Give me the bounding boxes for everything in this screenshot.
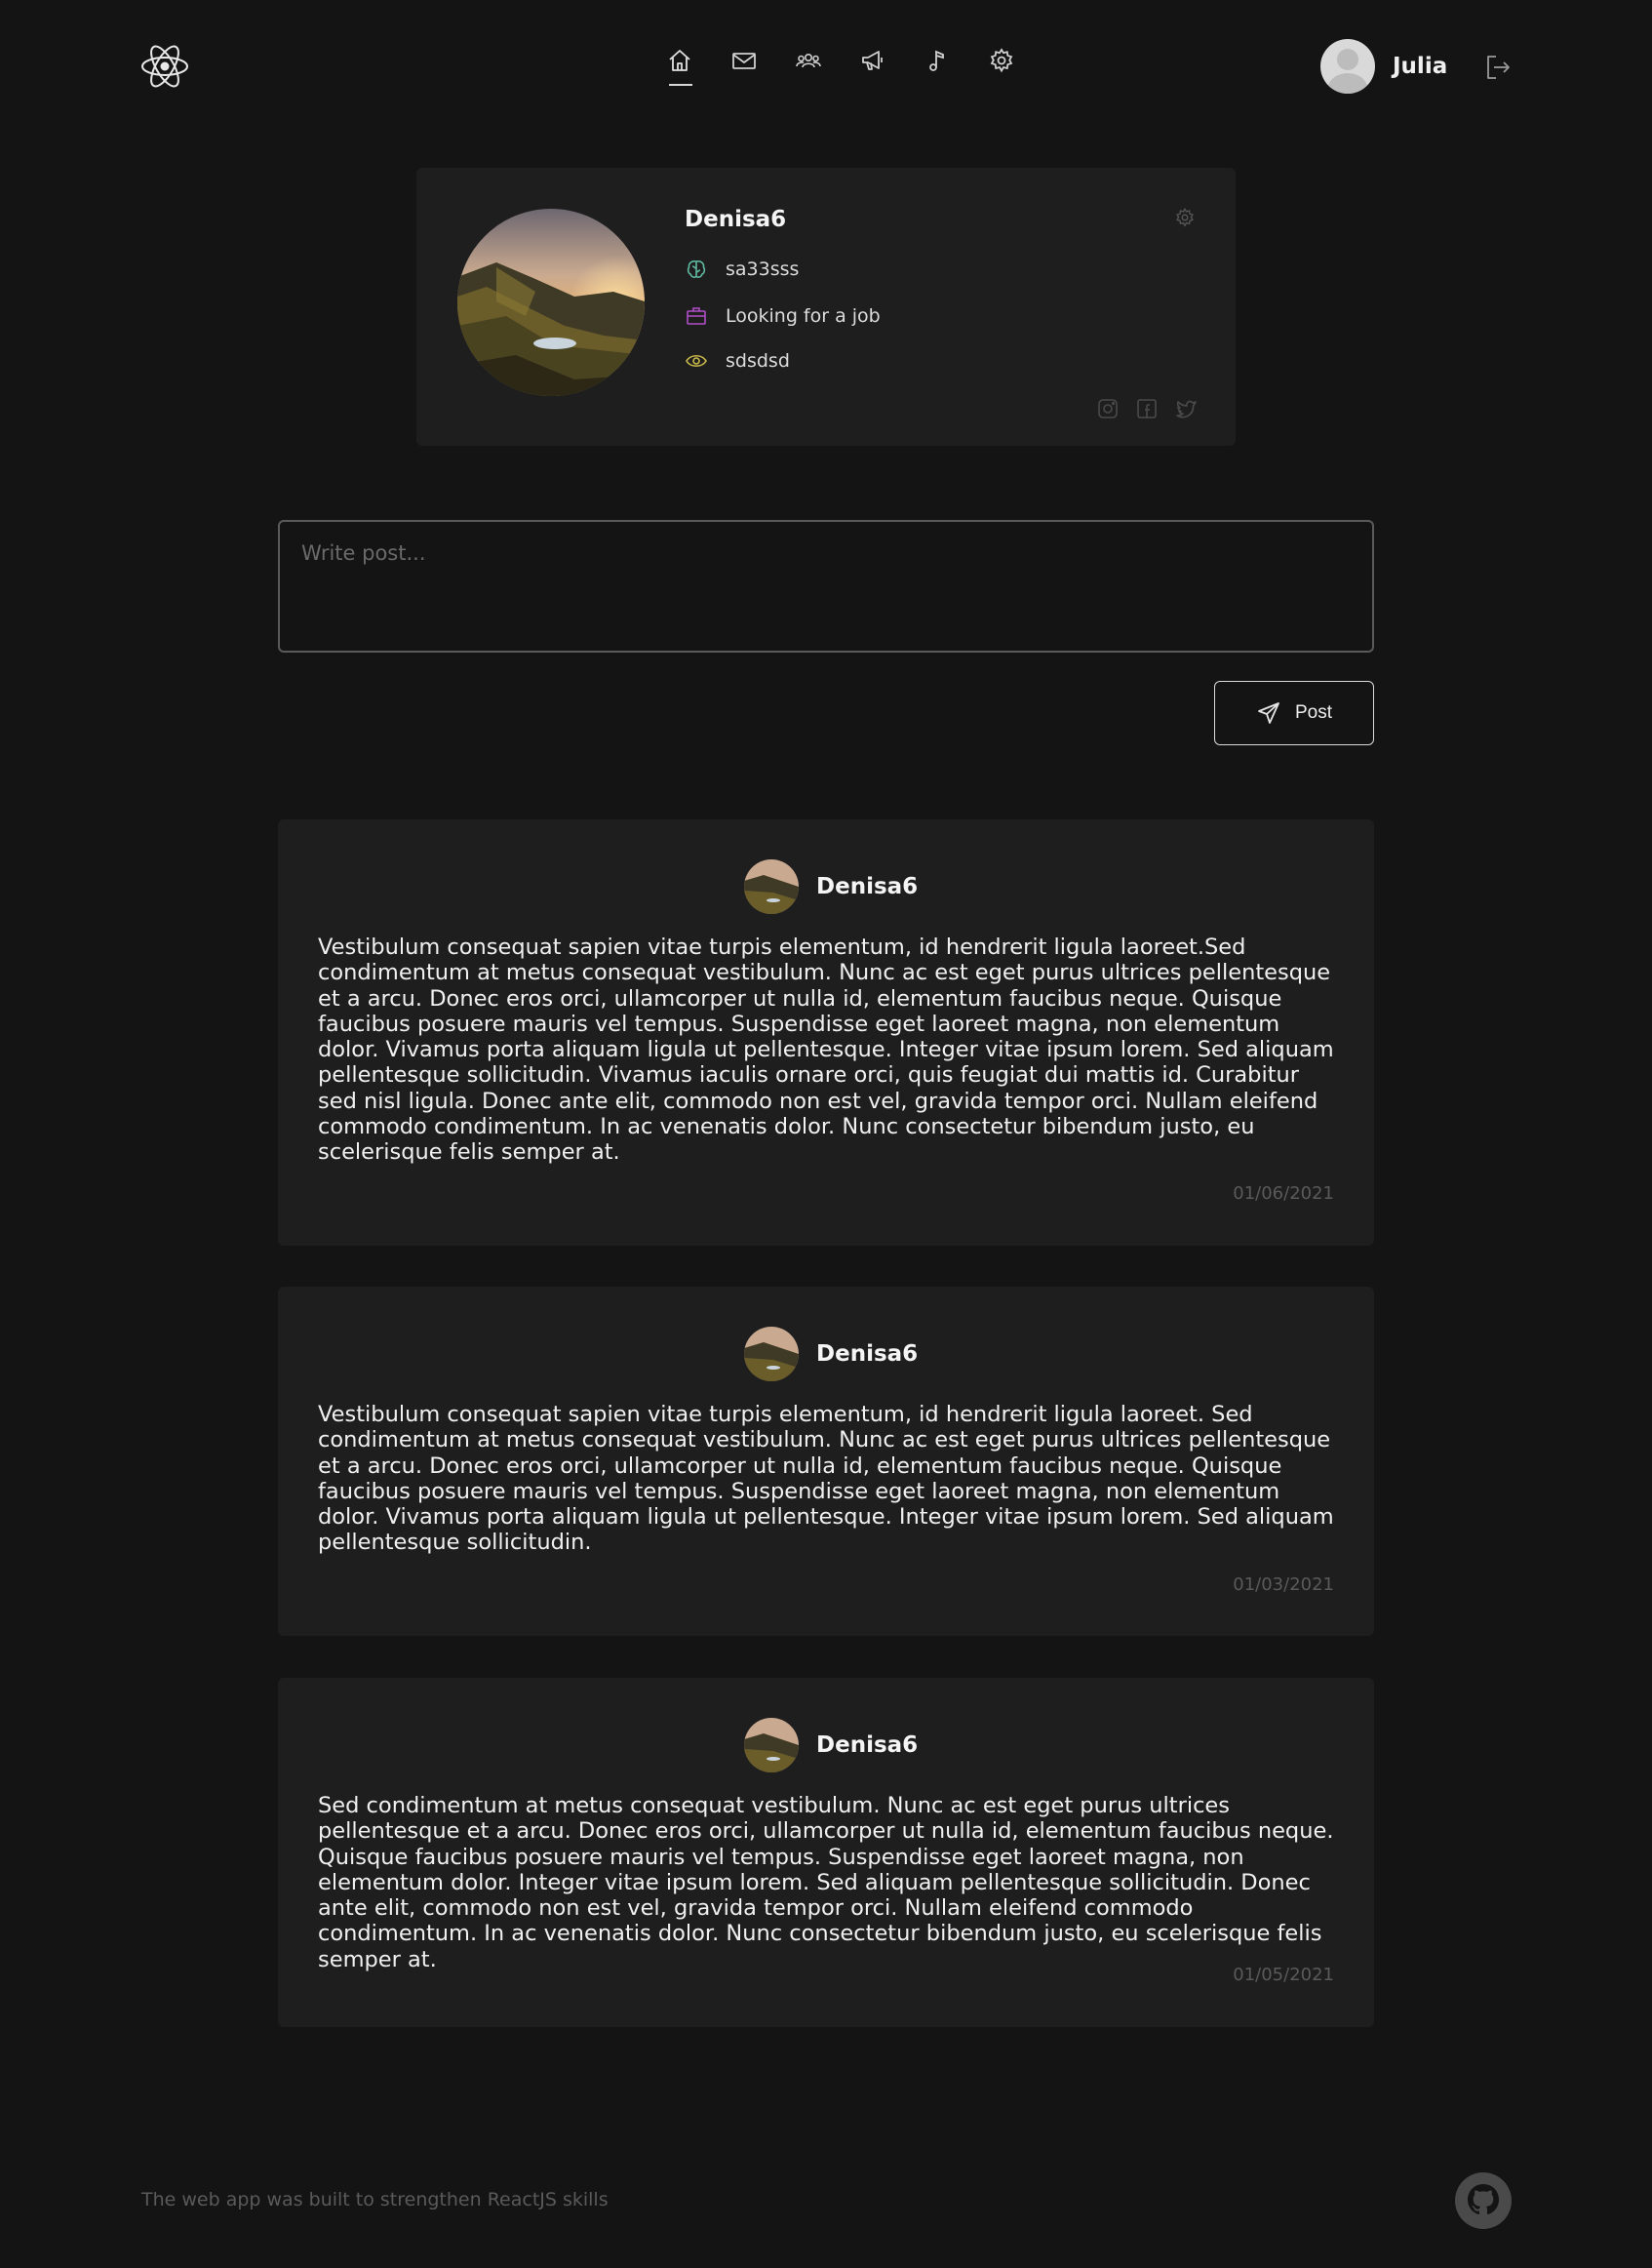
post-author: Denisa6	[744, 1327, 918, 1381]
post-text: Vestibulum consequat sapien vitae turpis…	[318, 935, 1334, 1166]
profile-about: sa33sss	[726, 259, 800, 280]
user-name[interactable]: Julia	[1393, 54, 1447, 79]
mail-icon	[732, 53, 756, 69]
post-author-avatar	[744, 1718, 799, 1772]
brain-icon	[687, 260, 706, 278]
home-icon	[669, 50, 690, 71]
nav-home[interactable]	[648, 47, 712, 88]
github-icon[interactable]	[1455, 2172, 1512, 2229]
profile-settings-icon[interactable]	[1174, 207, 1196, 228]
post-date: 01/05/2021	[1233, 1965, 1334, 1985]
instagram-icon[interactable]	[1096, 397, 1120, 420]
profile-card: Denisa6 sa33sss Looking for a job sdsdsd	[416, 168, 1236, 446]
profile-about-row: sa33sss	[685, 258, 799, 281]
nav-music[interactable]	[905, 47, 969, 88]
nav-users[interactable]	[776, 47, 841, 88]
nav-news[interactable]	[841, 47, 905, 88]
eye-icon	[686, 354, 707, 368]
post-author-name: Denisa6	[816, 1732, 919, 1758]
music-icon	[929, 50, 944, 71]
post-button-label[interactable]: Post	[1295, 702, 1332, 724]
post-card: Denisa6 Sed condimentum at metus consequ…	[278, 1678, 1374, 2027]
post-author-avatar	[744, 859, 799, 914]
post-text: Vestibulum consequat sapien vitae turpis…	[318, 1402, 1334, 1556]
twitter-icon[interactable]	[1174, 397, 1198, 420]
app-header: Julia	[0, 0, 1652, 137]
megaphone-icon	[862, 51, 883, 70]
footer-text: The web app was built to strengthen Reac…	[141, 2189, 609, 2210]
social-links	[1096, 397, 1198, 420]
post-input[interactable]	[278, 520, 1374, 653]
profile-job-description-row: sdsdsd	[685, 349, 790, 373]
current-user[interactable]: Julia	[1320, 39, 1447, 94]
send-icon	[1258, 702, 1279, 724]
nav-messages[interactable]	[712, 47, 776, 88]
logout-icon[interactable]	[1483, 53, 1513, 82]
profile-name: Denisa6	[685, 207, 787, 232]
post-button[interactable]: Post	[1214, 681, 1374, 745]
post-author-name: Denisa6	[816, 874, 919, 899]
settings-icon	[990, 48, 1013, 73]
post-card: Denisa6 Vestibulum consequat sapien vita…	[278, 1287, 1374, 1636]
main-nav	[648, 47, 1034, 88]
post-author-avatar	[744, 1327, 799, 1381]
user-avatar[interactable]	[1320, 39, 1375, 94]
facebook-icon[interactable]	[1135, 397, 1159, 420]
profile-photo	[457, 209, 645, 396]
profile-job-row: Looking for a job	[685, 304, 881, 328]
briefcase-icon	[687, 307, 706, 325]
users-icon	[796, 54, 821, 68]
post-text: Sed condimentum at metus consequat vesti…	[318, 1793, 1334, 1972]
post-date: 01/03/2021	[1233, 1574, 1334, 1595]
post-card: Denisa6 Vestibulum consequat sapien vita…	[278, 819, 1374, 1246]
nav-settings[interactable]	[969, 47, 1034, 88]
post-date: 01/06/2021	[1233, 1183, 1334, 1204]
profile-job-description: sdsdsd	[726, 350, 790, 372]
profile-job-status: Looking for a job	[726, 305, 881, 327]
post-author: Denisa6	[744, 859, 918, 914]
post-author-name: Denisa6	[816, 1341, 919, 1367]
post-author: Denisa6	[744, 1718, 918, 1772]
react-atom-logo-icon[interactable]	[139, 41, 190, 92]
